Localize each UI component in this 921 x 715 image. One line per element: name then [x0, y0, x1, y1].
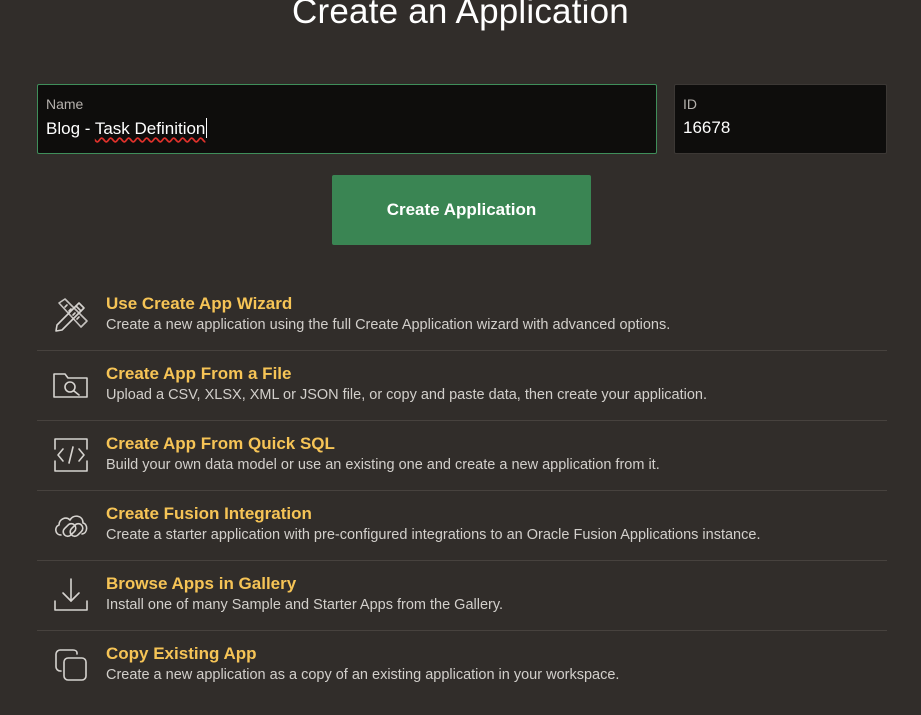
- copy-icon: [51, 645, 91, 685]
- create-application-button[interactable]: Create Application: [332, 175, 591, 245]
- name-field-label: Name: [46, 96, 84, 112]
- option-browse-gallery[interactable]: Browse Apps in Gallery Install one of ma…: [37, 561, 887, 631]
- code-icon: [51, 435, 91, 475]
- id-input[interactable]: 16678: [683, 118, 878, 138]
- option-create-from-file[interactable]: Create App From a File Upload a CSV, XLS…: [37, 351, 887, 421]
- option-title: Copy Existing App: [106, 644, 257, 663]
- page-title: Create an Application: [292, 0, 629, 31]
- option-description: Build your own data model or use an exis…: [106, 457, 660, 473]
- name-input[interactable]: Blog - Task Definition: [46, 118, 648, 139]
- option-title: Create App From a File: [106, 364, 292, 383]
- option-create-fusion-integration[interactable]: Create Fusion Integration Create a start…: [37, 491, 887, 561]
- create-options-list: Use Create App Wizard Create a new appli…: [37, 281, 887, 701]
- option-description: Create a new application using the full …: [106, 317, 671, 333]
- option-description: Upload a CSV, XLSX, XML or JSON file, or…: [106, 387, 708, 403]
- option-create-from-quick-sql[interactable]: Create App From Quick SQL Build your own…: [37, 421, 887, 491]
- option-create-app-wizard[interactable]: Use Create App Wizard Create a new appli…: [37, 281, 887, 351]
- id-field[interactable]: ID 16678: [674, 84, 887, 154]
- option-description: Install one of many Sample and Starter A…: [106, 597, 504, 613]
- option-description: Create a new application as a copy of an…: [106, 667, 620, 683]
- name-field[interactable]: Name Blog - Task Definition: [37, 84, 657, 154]
- id-field-label: ID: [683, 96, 697, 112]
- text-caret: [206, 118, 208, 138]
- name-input-misspelled: Task Definition: [94, 119, 206, 138]
- folder-search-icon: [51, 365, 91, 405]
- option-title: Use Create App Wizard: [106, 294, 293, 313]
- option-description: Create a starter application with pre-co…: [106, 527, 761, 543]
- option-copy-existing-app[interactable]: Copy Existing App Create a new applicati…: [37, 631, 887, 701]
- name-input-prefix: Blog -: [46, 119, 95, 138]
- option-title: Create App From Quick SQL: [106, 434, 335, 453]
- cloud-link-icon: [51, 505, 91, 545]
- wizard-tools-icon: [51, 295, 91, 335]
- option-title: Create Fusion Integration: [106, 504, 312, 523]
- download-icon: [51, 575, 91, 615]
- option-title: Browse Apps in Gallery: [106, 574, 297, 593]
